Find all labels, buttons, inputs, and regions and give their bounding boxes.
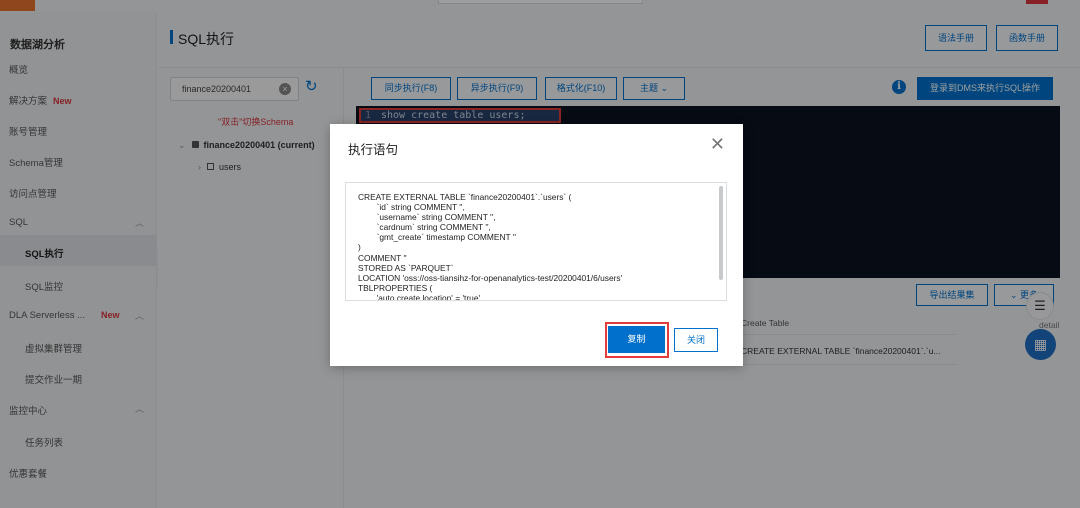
sql-statement-box[interactable]: CREATE EXTERNAL TABLE `finance20200401`.… xyxy=(345,182,727,301)
close-button[interactable]: 关闭 xyxy=(674,328,718,352)
dialog-title: 执行语句 xyxy=(348,143,399,157)
copy-button[interactable]: 复制 xyxy=(608,326,665,353)
scrollbar[interactable] xyxy=(719,186,723,280)
exec-statement-dialog: 执行语句 ✕ CREATE EXTERNAL TABLE `finance202… xyxy=(330,124,743,366)
close-icon[interactable]: ✕ xyxy=(710,135,725,153)
sql-statement-text[interactable]: CREATE EXTERNAL TABLE `finance20200401`.… xyxy=(358,192,622,300)
